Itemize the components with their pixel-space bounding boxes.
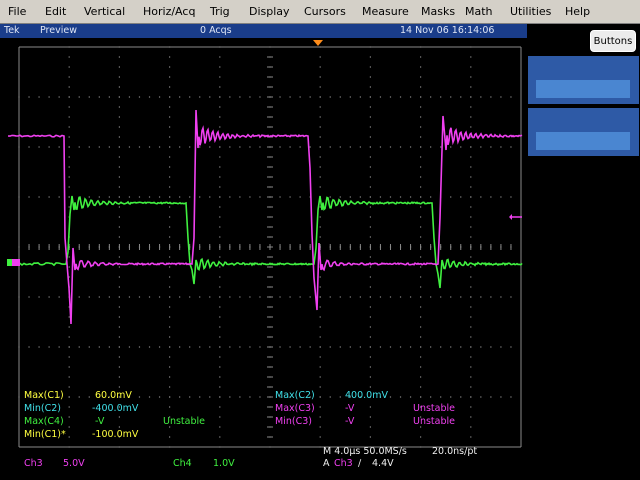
menu-vertical[interactable]: Vertical	[84, 5, 125, 18]
trigger-slope-icon[interactable]: ∕	[358, 458, 361, 469]
meas-value-max-c4: -V	[95, 416, 105, 427]
meas-label-max-c3: Max(C3)	[275, 403, 315, 414]
menu-file[interactable]: File	[8, 5, 26, 18]
meas-label-min-c2: Min(C2)	[24, 403, 61, 414]
brand-label: Tek	[4, 25, 20, 36]
ch3-ground-marker[interactable]	[12, 259, 20, 266]
buttons-button[interactable]: Buttons	[590, 30, 636, 52]
menu-masks[interactable]: Masks	[421, 5, 455, 18]
meas-label-min-c3: Min(C3)	[275, 416, 312, 427]
side-panel-slot-2[interactable]	[528, 108, 639, 156]
ch4-waveform	[7, 195, 523, 289]
side-panel-slot-2-bar	[536, 132, 630, 150]
menu-trig[interactable]: Trig	[210, 5, 230, 18]
acq-mode: Preview	[40, 25, 77, 36]
meas-label-max-c1: Max(C1)	[24, 390, 64, 401]
status-bar: Tek Preview 0 Acqs 14 Nov 06 16:14:06	[0, 24, 527, 38]
menu-edit[interactable]: Edit	[45, 5, 66, 18]
menu-measure[interactable]: Measure	[362, 5, 409, 18]
ch3-waveform	[7, 109, 523, 325]
side-panel-slot-1-bar	[536, 80, 630, 98]
ch3-scale[interactable]: 5.0V	[63, 458, 85, 469]
meas-status-max-c3: Unstable	[413, 403, 455, 414]
menu-cursors[interactable]: Cursors	[304, 5, 346, 18]
meas-value-max-c3: -V	[345, 403, 355, 414]
meas-label-max-c2: Max(C2)	[275, 390, 315, 401]
acq-count: 0 Acqs	[200, 25, 232, 36]
meas-value-min-c3: -V	[345, 416, 355, 427]
trigger-level[interactable]: 4.4V	[372, 458, 394, 469]
trigger-source[interactable]: Ch3	[334, 458, 353, 469]
side-panel-slot-1[interactable]	[528, 56, 639, 104]
date-time: 14 Nov 06 16:14:06	[400, 25, 495, 36]
menu-horiz-acq[interactable]: Horiz/Acq	[143, 5, 195, 18]
menu-bar: File Edit Vertical Horiz/Acq Trig Displa…	[0, 0, 640, 24]
resolution-readout[interactable]: 20.0ns/pt	[432, 446, 477, 457]
graticule	[18, 46, 522, 448]
timebase-readout[interactable]: M 4.0µs 50.0MS/s	[323, 446, 407, 457]
meas-label-min-c1: Min(C1)*	[24, 429, 66, 440]
meas-status-min-c3: Unstable	[413, 416, 455, 427]
ch4-scale[interactable]: 1.0V	[213, 458, 235, 469]
trigger-level-marker[interactable]	[509, 214, 522, 220]
menu-math[interactable]: Math	[465, 5, 493, 18]
menu-utilities[interactable]: Utilities	[510, 5, 551, 18]
meas-value-min-c1: -100.0mV	[92, 429, 139, 440]
ch3-label[interactable]: Ch3	[24, 458, 43, 469]
ch4-label[interactable]: Ch4	[173, 458, 192, 469]
meas-value-max-c1: 60.0mV	[95, 390, 132, 401]
menu-display[interactable]: Display	[249, 5, 290, 18]
trigger-prefix: A	[323, 458, 330, 469]
meas-status-max-c4: Unstable	[163, 416, 205, 427]
trigger-position-marker[interactable]	[313, 40, 323, 46]
meas-value-min-c2: -400.0mV	[92, 403, 139, 414]
menu-help[interactable]: Help	[565, 5, 590, 18]
meas-label-max-c4: Max(C4)	[24, 416, 64, 427]
meas-value-max-c2: 400.0mV	[345, 390, 388, 401]
